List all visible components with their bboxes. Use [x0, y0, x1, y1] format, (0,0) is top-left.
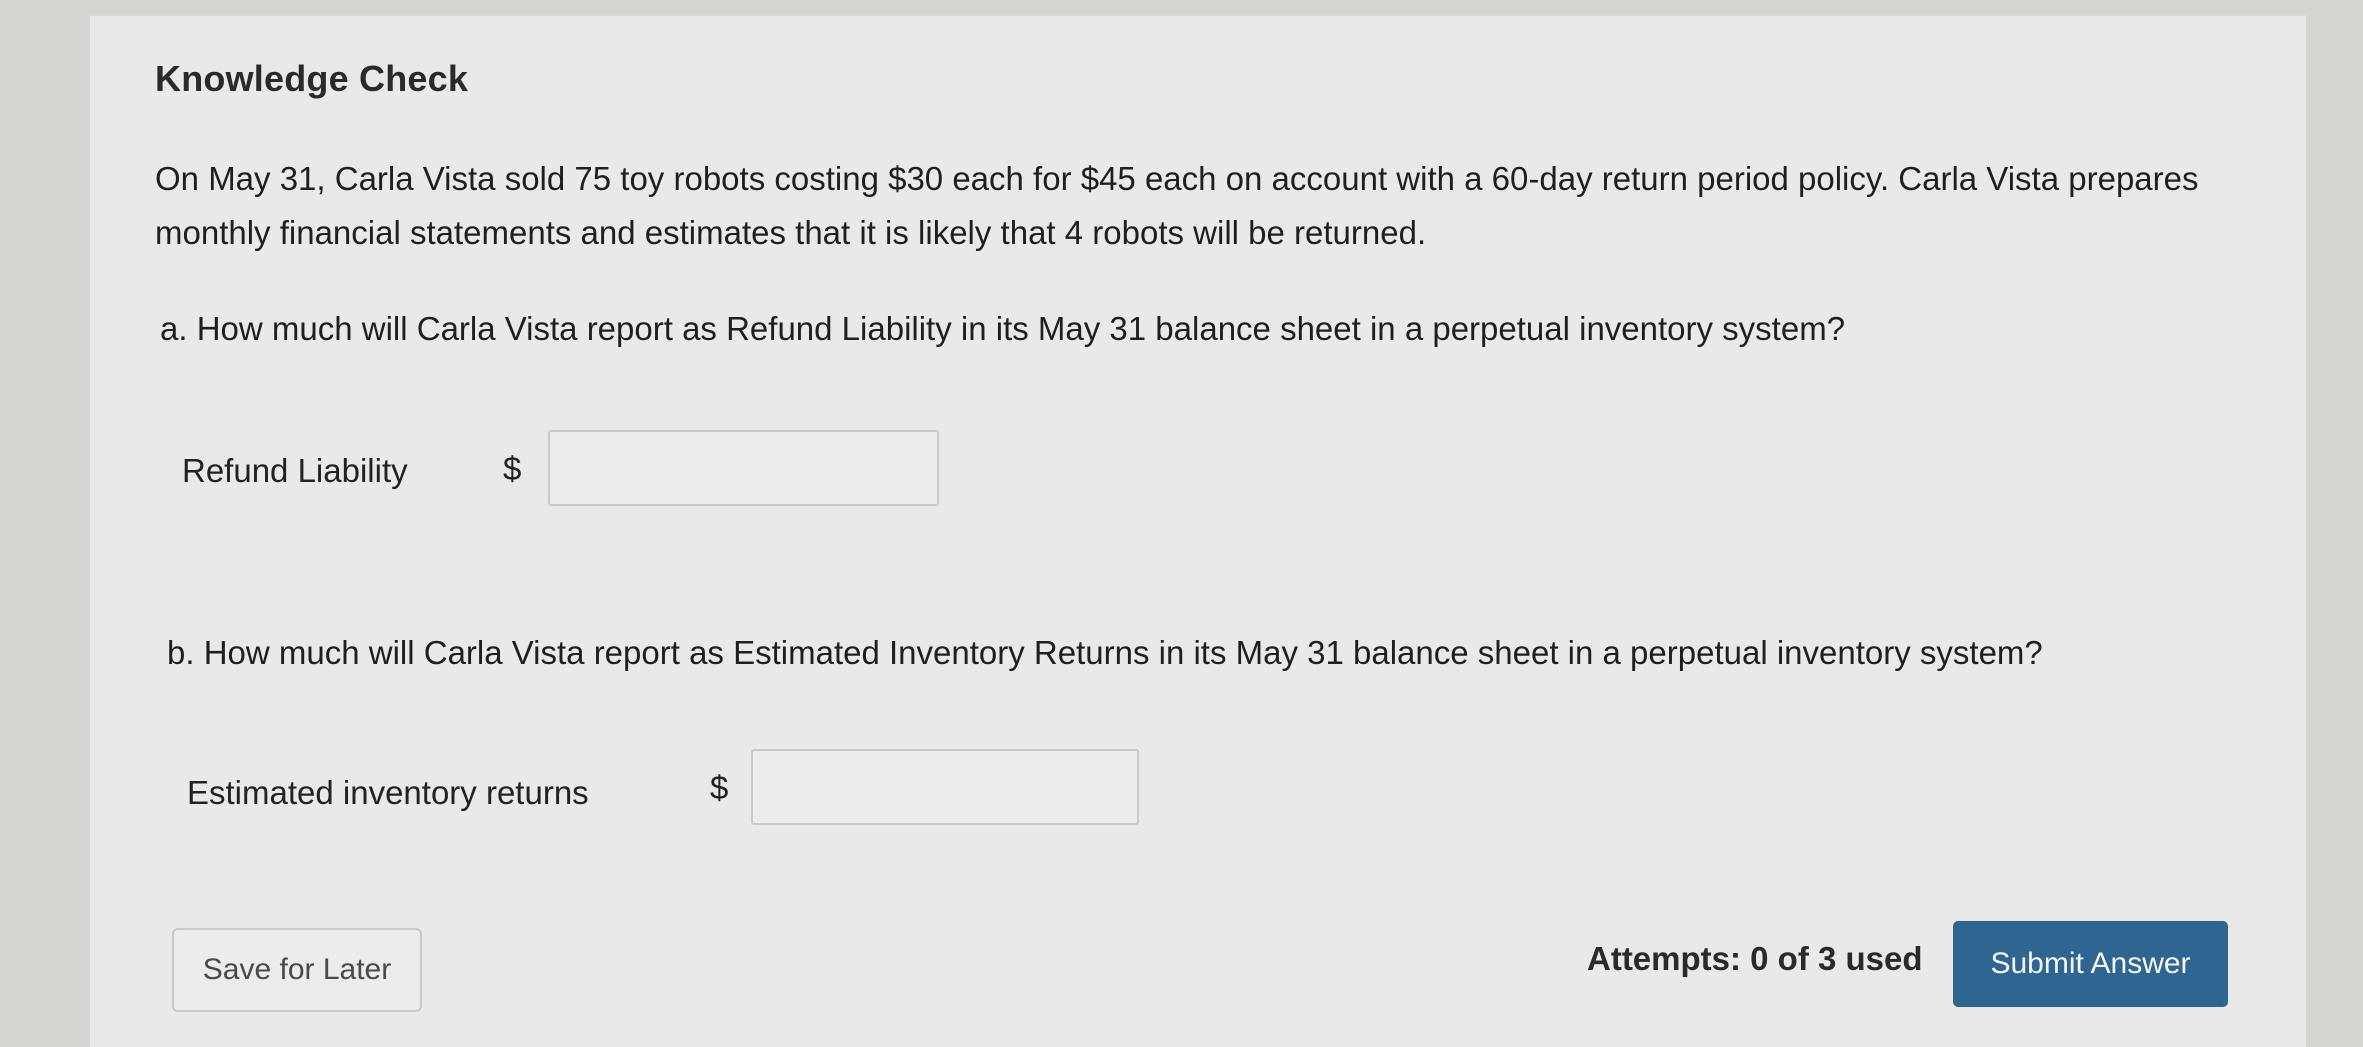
estimated-inventory-returns-label: Estimated inventory returns: [187, 774, 589, 811]
refund-liability-input[interactable]: [548, 430, 939, 506]
problem-statement: On May 31, Carla Vista sold 75 toy robot…: [155, 160, 2199, 251]
currency-symbol-b: $: [710, 769, 729, 806]
submit-answer-button[interactable]: Submit Answer: [1953, 921, 2228, 1007]
save-for-later-button[interactable]: Save for Later: [172, 928, 422, 1012]
attempts-counter: Attempts: 0 of 3 used: [1587, 940, 1923, 977]
currency-symbol-a: $: [503, 450, 522, 487]
page-title: Knowledge Check: [155, 58, 469, 99]
refund-liability-label: Refund Liability: [182, 452, 408, 489]
question-b: b. How much will Carla Vista report as E…: [167, 634, 2043, 671]
question-a: a. How much will Carla Vista report as R…: [160, 310, 1846, 347]
estimated-inventory-returns-input[interactable]: [751, 749, 1139, 825]
